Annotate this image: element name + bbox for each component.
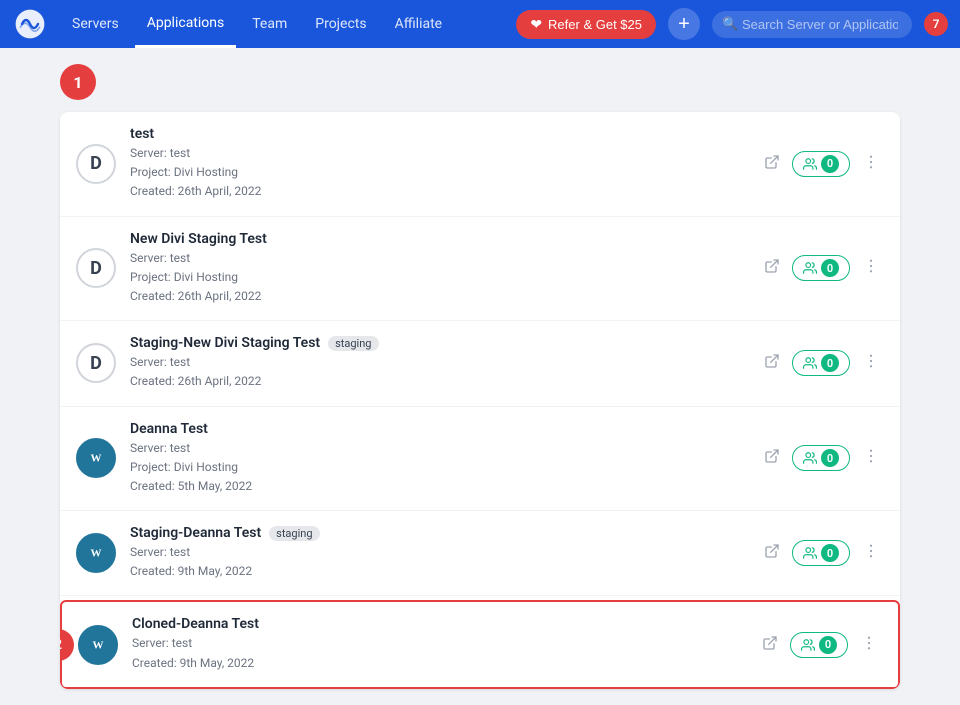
- app-meta: Server: testProject: Divi HostingCreated…: [130, 144, 760, 202]
- app-info: Staging-New Divi Staging Teststaging Serv…: [130, 335, 760, 391]
- app-tag: staging: [328, 336, 378, 351]
- app-name: Cloned-Deanna Test: [132, 616, 758, 632]
- external-link-icon[interactable]: [760, 150, 784, 178]
- more-menu-icon[interactable]: [858, 348, 884, 378]
- app-avatar: W: [76, 533, 116, 573]
- collab-count: 0: [821, 354, 839, 372]
- more-menu-icon[interactable]: [858, 443, 884, 473]
- collab-button[interactable]: 0: [792, 540, 850, 566]
- collab-count: 0: [821, 544, 839, 562]
- main-content: 1 Dtest Server: testProject: Divi Hosting…: [0, 48, 960, 705]
- external-link-icon[interactable]: [758, 631, 782, 659]
- svg-text:W: W: [93, 639, 104, 651]
- add-button[interactable]: +: [668, 8, 700, 40]
- app-name: Deanna Test: [130, 421, 760, 437]
- navbar: Servers Applications Team Projects Affil…: [0, 0, 960, 48]
- app-actions: 0: [760, 253, 884, 283]
- step1-badge: 1: [60, 64, 96, 100]
- collab-button[interactable]: 0: [792, 445, 850, 471]
- app-name: Staging-New Divi Staging Teststaging: [130, 335, 760, 351]
- app-meta: Server: testCreated: 26th April, 2022: [130, 353, 760, 391]
- app-actions: 0: [758, 630, 882, 660]
- app-avatar: D: [76, 248, 116, 288]
- heart-icon: ❤: [530, 16, 542, 33]
- collab-count: 0: [821, 259, 839, 277]
- app-actions: 0: [760, 443, 884, 473]
- nav-affiliate[interactable]: Affiliate: [383, 0, 455, 48]
- app-meta: Server: testProject: Divi HostingCreated…: [130, 249, 760, 307]
- app-meta: Server: testProject: Divi HostingCreated…: [130, 439, 760, 497]
- nav-team[interactable]: Team: [240, 0, 299, 48]
- app-item[interactable]: W Deanna Test Server: testProject: Divi Ho…: [60, 407, 900, 512]
- svg-text:W: W: [91, 453, 102, 465]
- external-link-icon[interactable]: [760, 539, 784, 567]
- app-actions: 0: [760, 538, 884, 568]
- app-actions: 0: [760, 149, 884, 179]
- app-tag: staging: [269, 526, 319, 541]
- svg-text:W: W: [91, 548, 102, 560]
- external-link-icon[interactable]: [760, 444, 784, 472]
- search-input[interactable]: [712, 11, 912, 38]
- app-info: Cloned-Deanna Test Server: testCreated: 9…: [132, 616, 758, 672]
- collab-count: 0: [821, 155, 839, 173]
- app-meta: Server: testCreated: 9th May, 2022: [130, 543, 760, 581]
- app-name: Staging-Deanna Teststaging: [130, 525, 760, 541]
- collab-button[interactable]: 0: [792, 255, 850, 281]
- app-name: New Divi Staging Test: [130, 231, 760, 247]
- search-wrapper: 🔍: [712, 11, 912, 38]
- external-link-icon[interactable]: [760, 254, 784, 282]
- app-info: Staging-Deanna Teststaging Server: testCr…: [130, 525, 760, 581]
- app-avatar: W: [76, 438, 116, 478]
- app-meta: Server: testCreated: 9th May, 2022: [132, 634, 758, 672]
- app-info: test Server: testProject: Divi HostingCre…: [130, 126, 760, 202]
- app-item[interactable]: W Cloned-Deanna Test Server: testCreated: …: [60, 600, 900, 688]
- app-avatar: W: [78, 625, 118, 665]
- nav-projects[interactable]: Projects: [303, 0, 378, 48]
- app-avatar: D: [76, 343, 116, 383]
- more-menu-icon[interactable]: [858, 538, 884, 568]
- refer-button[interactable]: ❤ Refer & Get $25: [516, 10, 656, 39]
- app-info: New Divi Staging Test Server: testProject…: [130, 231, 760, 307]
- app-actions: 0: [760, 348, 884, 378]
- more-menu-icon[interactable]: [858, 253, 884, 283]
- app-item[interactable]: Dtest Server: testProject: Divi HostingCr…: [60, 112, 900, 217]
- nav-servers[interactable]: Servers: [60, 0, 131, 48]
- highlighted-app-wrapper: 2WCloned-Deanna TestServer: testCreated:…: [60, 600, 900, 688]
- app-info: Deanna Test Server: testProject: Divi Hos…: [130, 421, 760, 497]
- app-name: test: [130, 126, 760, 142]
- notification-badge[interactable]: 7: [924, 12, 948, 36]
- nav-applications[interactable]: Applications: [135, 0, 237, 48]
- more-menu-icon[interactable]: [856, 630, 882, 660]
- collab-count: 0: [821, 449, 839, 467]
- app-item[interactable]: D Staging-New Divi Staging Teststaging Ser…: [60, 321, 900, 406]
- app-list: Dtest Server: testProject: Divi HostingCr…: [60, 112, 900, 689]
- app-item[interactable]: D New Divi Staging Test Server: testProjec…: [60, 217, 900, 322]
- collab-button[interactable]: 0: [792, 151, 850, 177]
- collab-button[interactable]: 0: [790, 632, 848, 658]
- app-item[interactable]: W Staging-Deanna Teststaging Server: testC…: [60, 511, 900, 596]
- app-avatar: D: [76, 144, 116, 184]
- collab-button[interactable]: 0: [792, 350, 850, 376]
- more-menu-icon[interactable]: [858, 149, 884, 179]
- collab-count: 0: [819, 636, 837, 654]
- logo[interactable]: [12, 6, 48, 42]
- external-link-icon[interactable]: [760, 349, 784, 377]
